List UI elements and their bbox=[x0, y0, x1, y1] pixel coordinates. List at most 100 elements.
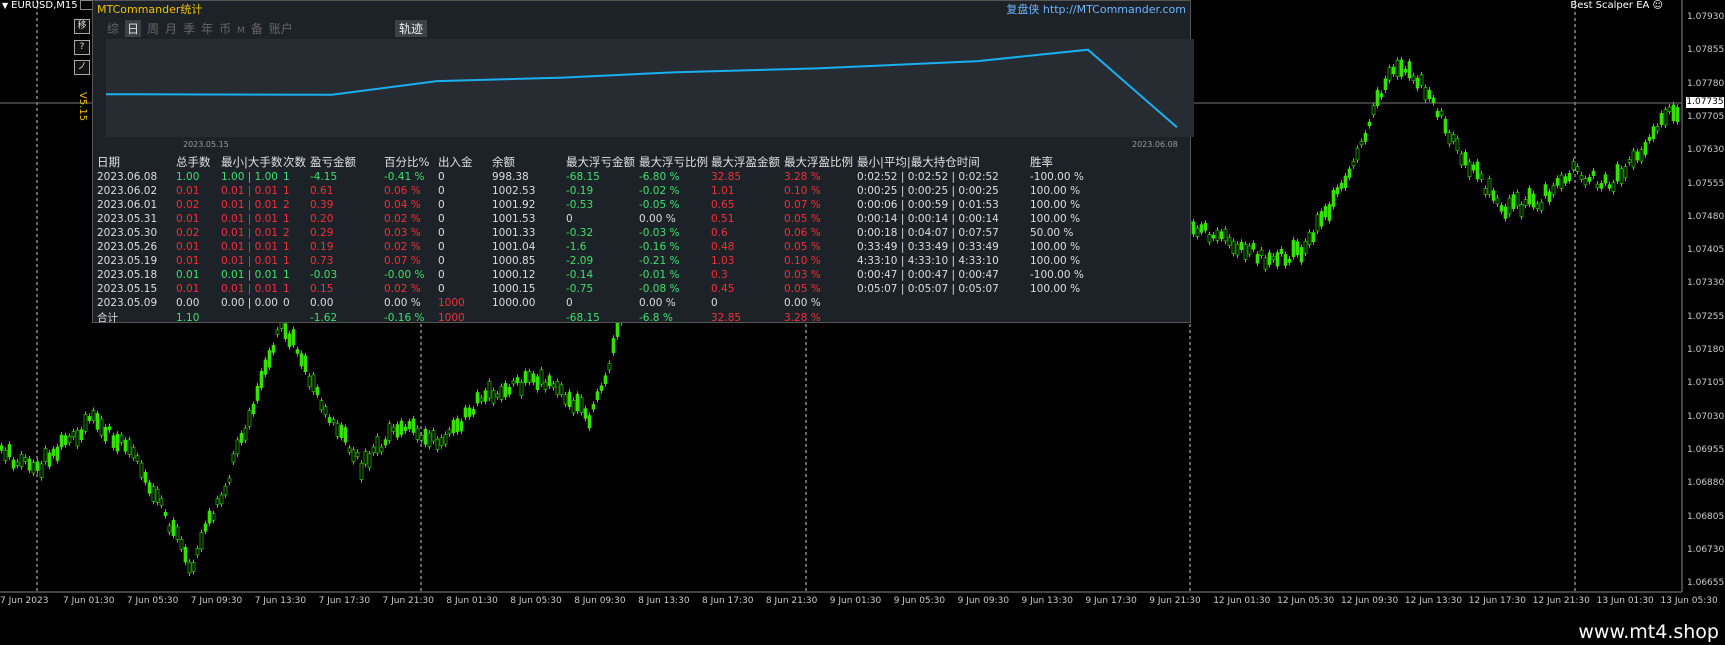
candle bbox=[507, 386, 512, 395]
candle bbox=[415, 427, 420, 440]
tab-9[interactable]: 账户 bbox=[269, 20, 293, 37]
table-cell: 0.01 bbox=[176, 255, 200, 267]
time-tick: 7 Jun 09:30 bbox=[190, 596, 243, 606]
table-cell: -0.01 % bbox=[639, 269, 680, 281]
candle bbox=[1323, 206, 1328, 218]
candle bbox=[575, 393, 580, 412]
help-button[interactable]: ? bbox=[74, 40, 90, 55]
candle bbox=[1291, 239, 1296, 257]
candle bbox=[551, 383, 556, 388]
candle bbox=[431, 430, 436, 442]
price-tick: 1.07405 bbox=[1687, 245, 1725, 256]
time-tick: 8 Jun 05:30 bbox=[510, 596, 562, 606]
candle bbox=[1367, 121, 1372, 127]
table-cell: 100.00 % bbox=[1030, 199, 1081, 211]
candle bbox=[155, 489, 160, 503]
candle bbox=[1595, 183, 1600, 189]
candle bbox=[219, 494, 224, 505]
table-cell: 1001.33 bbox=[492, 227, 536, 239]
candle bbox=[1287, 258, 1292, 263]
tab-8[interactable]: 备 bbox=[251, 20, 263, 37]
table-cell: 0.65 bbox=[711, 199, 735, 211]
table-cell: 2023.05.26 bbox=[97, 241, 158, 253]
table-cell: 0.00 bbox=[176, 297, 200, 309]
time-tick: 12 Jun 05:30 bbox=[1277, 596, 1335, 606]
track-button[interactable]: 轨迹 bbox=[395, 20, 428, 37]
table-cell: 100.00 % bbox=[1030, 241, 1081, 253]
candle bbox=[559, 384, 564, 395]
candle bbox=[567, 391, 572, 408]
col-header: 日期 bbox=[97, 155, 120, 169]
table-cell: -68.15 bbox=[566, 171, 600, 183]
candle bbox=[283, 323, 288, 340]
tab-2[interactable]: 周 bbox=[147, 20, 159, 37]
candle bbox=[1635, 151, 1640, 161]
candle bbox=[1295, 241, 1300, 256]
candle bbox=[1539, 201, 1544, 211]
candle bbox=[1299, 247, 1304, 263]
table-cell: -0.02 % bbox=[639, 185, 680, 197]
panel-site-link[interactable]: 复盘侠 http://MTCommander.com bbox=[1006, 1, 1186, 17]
tab-7[interactable]: M bbox=[237, 26, 245, 36]
dropdown-triangle-icon[interactable]: ▼ bbox=[2, 1, 8, 10]
table-cell: -2.09 bbox=[566, 255, 594, 267]
candle bbox=[1271, 255, 1276, 261]
candle bbox=[151, 486, 156, 502]
candle bbox=[1191, 221, 1196, 235]
candle bbox=[1583, 178, 1588, 186]
candle bbox=[31, 462, 36, 474]
table-cell: 100.00 % bbox=[1030, 185, 1081, 197]
candle bbox=[91, 410, 96, 421]
candle bbox=[1455, 138, 1460, 152]
move-button[interactable]: 移 bbox=[74, 19, 90, 34]
table-cell: 0 bbox=[438, 199, 445, 211]
candle bbox=[1403, 68, 1408, 73]
candle bbox=[1555, 178, 1560, 186]
candle bbox=[1207, 234, 1212, 243]
candle bbox=[267, 350, 272, 368]
candle bbox=[315, 387, 320, 396]
candle bbox=[243, 427, 248, 441]
time-tick: 9 Jun 13:30 bbox=[1021, 596, 1073, 606]
table-cell: 998.38 bbox=[492, 171, 529, 183]
col-header: 最大浮盈比例 bbox=[784, 155, 853, 169]
candle bbox=[1443, 118, 1448, 134]
candle bbox=[539, 369, 544, 385]
table-cell: 2023.05.30 bbox=[97, 227, 158, 239]
tab-3[interactable]: 月 bbox=[165, 20, 177, 37]
table-cell: -0.16 % bbox=[384, 311, 425, 324]
candle bbox=[443, 434, 448, 445]
candle bbox=[115, 433, 120, 452]
time-tick: 12 Jun 01:30 bbox=[1213, 596, 1271, 606]
candle bbox=[447, 429, 452, 435]
tab-4[interactable]: 季 bbox=[183, 20, 195, 37]
candle bbox=[355, 452, 360, 457]
tab-5[interactable]: 年 bbox=[201, 20, 213, 37]
draw-button[interactable]: ノ bbox=[74, 60, 90, 75]
col-header: 胜率 bbox=[1030, 155, 1053, 169]
candle bbox=[1579, 174, 1584, 180]
table-cell: -0.14 bbox=[566, 269, 594, 281]
table-cell: -100.00 % bbox=[1030, 171, 1084, 183]
table-cell: 0.02 % bbox=[384, 283, 421, 295]
table-cell: 1000 bbox=[438, 311, 465, 324]
candle bbox=[247, 410, 252, 427]
tab-1[interactable]: 日 bbox=[125, 20, 142, 37]
table-cell: 0:00:06 | 0:00:59 | 0:01:53 bbox=[857, 199, 999, 211]
candle bbox=[1651, 126, 1656, 140]
tab-0[interactable]: 综 bbox=[107, 20, 119, 37]
candle bbox=[1607, 184, 1612, 189]
candle bbox=[131, 447, 136, 459]
candle bbox=[1363, 132, 1368, 142]
price-tick: 1.07630 bbox=[1687, 145, 1725, 156]
candle bbox=[407, 421, 412, 430]
table-cell: 1.01 bbox=[711, 185, 735, 197]
tab-6[interactable]: 币 bbox=[219, 20, 231, 37]
candle bbox=[1423, 87, 1428, 101]
candle bbox=[1531, 193, 1536, 208]
candle bbox=[1587, 176, 1592, 182]
col-header: 总手数 bbox=[176, 155, 211, 169]
candle bbox=[1675, 107, 1680, 123]
candle bbox=[11, 459, 16, 469]
table-cell: 0.3 bbox=[711, 269, 728, 281]
